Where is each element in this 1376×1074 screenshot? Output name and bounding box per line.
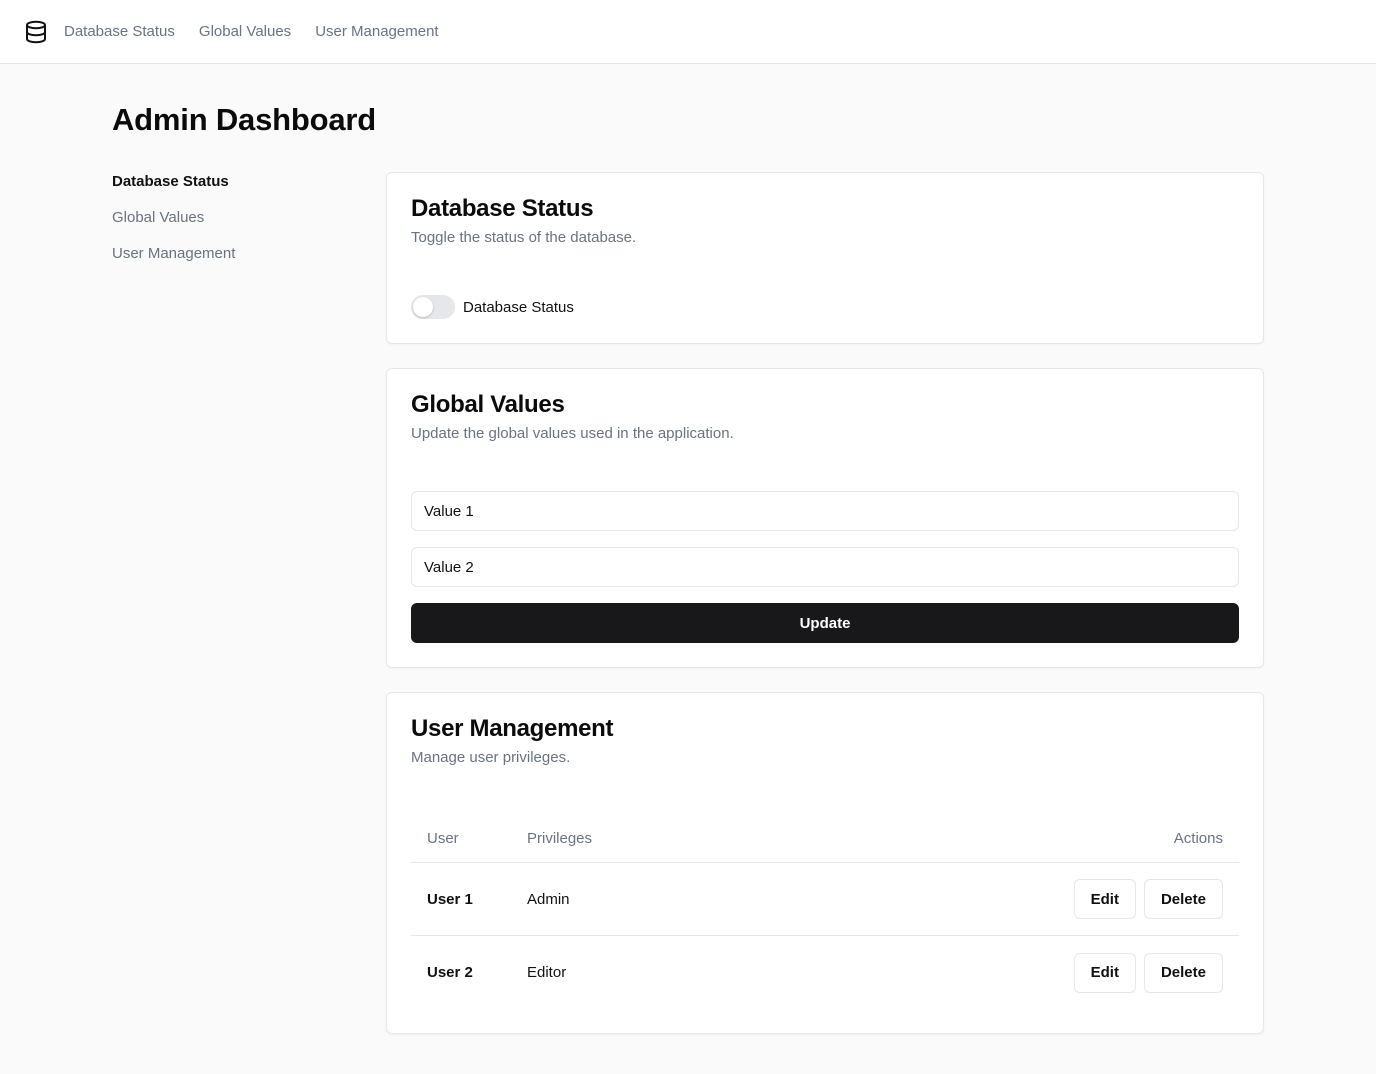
edit-user-button[interactable]: Edit — [1073, 879, 1136, 919]
table-row: User 1 Admin Edit Delete — [411, 863, 1239, 936]
sidebar-item-database-status[interactable]: Database Status — [112, 170, 352, 206]
table-row: User 2 Editor Edit Delete — [411, 936, 1239, 1009]
privileges-cell: Editor — [527, 964, 567, 981]
sidebar-nav: Database Status Global Values User Manag… — [112, 170, 352, 278]
toggle-knob — [413, 297, 433, 317]
actions-cell: Edit Delete — [1039, 879, 1239, 919]
user-cell: User 2 — [427, 964, 473, 981]
topnav-link-user-management[interactable]: User Management — [315, 22, 438, 42]
page-title: Admin Dashboard — [112, 102, 376, 137]
users-table: User Privileges Actions User 1 Admin Edi… — [411, 815, 1239, 1009]
column-header-privileges: Privileges — [527, 830, 593, 847]
database-status-description: Toggle the status of the database. — [411, 229, 637, 246]
value2-input[interactable] — [411, 547, 1239, 587]
delete-user-button[interactable]: Delete — [1143, 952, 1223, 993]
update-button[interactable]: Update — [411, 603, 1239, 643]
database-icon[interactable] — [24, 20, 48, 44]
table-header: User Privileges Actions — [411, 815, 1239, 863]
value1-input[interactable] — [411, 491, 1239, 531]
user-management-description: Manage user privileges. — [411, 749, 571, 766]
user-management-card: User Management Manage user privileges. … — [386, 692, 1264, 1034]
user-management-title: User Management — [411, 715, 614, 742]
column-header-actions: Actions — [1173, 830, 1223, 847]
global-values-card: Global Values Update the global values u… — [386, 368, 1264, 668]
sidebar-item-user-management[interactable]: User Management — [112, 242, 352, 278]
database-status-title: Database Status — [411, 195, 594, 222]
sidebar-item-global-values[interactable]: Global Values — [112, 206, 352, 242]
database-status-card: Database Status Toggle the status of the… — [386, 172, 1264, 344]
top-navbar: Database Status Global Values User Manag… — [0, 0, 1376, 64]
topnav-link-global-values[interactable]: Global Values — [199, 22, 291, 42]
user-cell: User 1 — [427, 890, 473, 908]
database-status-toggle-row: Database Status — [411, 295, 574, 319]
database-status-toggle-label: Database Status — [463, 298, 574, 316]
delete-user-button[interactable]: Delete — [1143, 879, 1223, 919]
topnav-link-database-status[interactable]: Database Status — [64, 22, 175, 42]
edit-user-button[interactable]: Edit — [1073, 952, 1136, 993]
actions-cell: Edit Delete — [1039, 952, 1239, 993]
column-header-user: User — [427, 830, 459, 847]
global-values-description: Update the global values used in the app… — [411, 425, 734, 442]
global-values-title: Global Values — [411, 391, 565, 418]
database-status-toggle[interactable] — [411, 295, 455, 319]
privileges-cell: Admin — [527, 890, 570, 908]
